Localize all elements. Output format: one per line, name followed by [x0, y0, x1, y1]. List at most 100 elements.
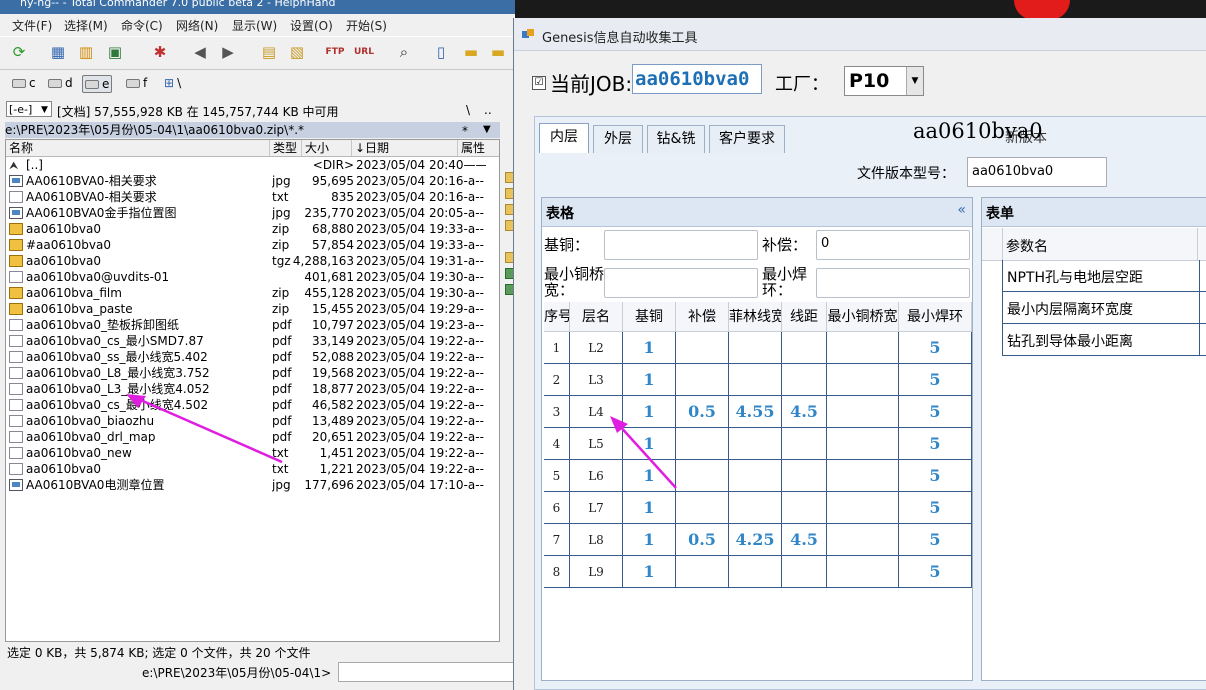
folder-icon[interactable]: ▬ [460, 41, 482, 63]
drive-d-button[interactable]: d [46, 75, 75, 91]
tab-customer-requirements[interactable]: 客户要求 [709, 125, 785, 153]
grid-cell[interactable] [729, 364, 782, 396]
job-checkbox[interactable]: ☑ [532, 76, 546, 90]
notepad-icon[interactable]: ▯ [430, 41, 452, 63]
grid-column-header[interactable]: 层名 [570, 302, 623, 332]
grid-cell[interactable] [782, 332, 827, 364]
file-row[interactable]: aa0610bva0 txt 1,221 2023/05/04 19:22-a-- [6, 461, 499, 477]
min-annular-ring-input[interactable] [816, 268, 970, 298]
grid-cell[interactable] [827, 524, 899, 556]
grid-row[interactable]: 8 L9 1 5 [544, 556, 972, 588]
grid-row[interactable]: 6 L7 1 5 [544, 492, 972, 524]
min-copper-bridge-input[interactable] [604, 268, 758, 298]
grid-cell[interactable]: 1 [623, 364, 676, 396]
drive-c-button[interactable]: c [10, 75, 38, 91]
file-row[interactable]: aa0610bva0@uvdits-01 401,681 2023/05/04 19… [6, 269, 499, 285]
url-icon[interactable]: URL [353, 41, 375, 63]
file-row[interactable]: aa0610bva0_cs_最小线宽4.502 pdf 46,582 2023/05/… [6, 397, 499, 413]
file-row[interactable]: AA0610BVA0金手指位置图 jpg 235,770 2023/05/04 20:… [6, 205, 499, 221]
grid-row[interactable]: 7 L8 1 0.5 4.25 4.5 5 [544, 524, 972, 556]
grid-cell[interactable]: 4.5 [782, 396, 827, 428]
grid-cell[interactable]: 1 [623, 428, 676, 460]
network-drive-button[interactable]: ⊞ \ [162, 75, 183, 91]
grid-cell[interactable]: 1 [623, 492, 676, 524]
column-name[interactable]: 名称 [6, 140, 270, 156]
grid-cell[interactable] [782, 428, 827, 460]
collapse-icon[interactable]: « [957, 202, 966, 218]
grid-column-header[interactable]: 菲林线宽 [729, 302, 782, 332]
grid-cell[interactable]: 4.5 [782, 524, 827, 556]
grid-cell[interactable]: 4.25 [729, 524, 782, 556]
grid-cell[interactable]: 0.5 [676, 524, 729, 556]
file-row[interactable]: aa0610bva0 zip 68,880 2023/05/04 19:33-a-- [6, 221, 499, 237]
ftp-icon[interactable]: FTP [324, 41, 346, 63]
grid-row[interactable]: 1 L2 1 5 [544, 332, 972, 364]
folder-icon[interactable]: ▬ [487, 41, 509, 63]
grid-cell[interactable] [827, 364, 899, 396]
path-filter-button[interactable]: * [462, 124, 468, 138]
column-date[interactable]: ↓日期 [352, 140, 458, 156]
grid-cell[interactable] [782, 364, 827, 396]
grid-row[interactable]: 5 L6 1 5 [544, 460, 972, 492]
grid-cell[interactable] [827, 556, 899, 588]
grid-cell[interactable] [676, 556, 729, 588]
grid-column-header[interactable]: 线距 [782, 302, 827, 332]
grid-cell[interactable] [729, 332, 782, 364]
grid-cell[interactable] [827, 492, 899, 524]
full-view-icon[interactable]: ▥ [75, 41, 97, 63]
thumbnail-view-icon[interactable]: ▣ [104, 41, 126, 63]
drive-f-button[interactable]: f [124, 75, 149, 91]
refresh-icon[interactable]: ⟳ [8, 41, 30, 63]
grid-column-header[interactable]: 最小焊环 [899, 302, 972, 332]
base-copper-input[interactable] [604, 230, 758, 260]
grid-cell[interactable]: 1 [623, 556, 676, 588]
param-row[interactable]: 钻孔到导体最小距离 [1002, 324, 1206, 356]
grid-column-header[interactable]: 序号 [544, 302, 570, 332]
invert-selection-icon[interactable]: ✱ [149, 41, 171, 63]
grid-cell[interactable] [827, 332, 899, 364]
file-row[interactable]: aa0610bva0_new txt 1,451 2023/05/04 19:22-a… [6, 445, 499, 461]
tab-outer-layer[interactable]: 外层 [593, 125, 643, 153]
parent-dir-button[interactable]: .. [484, 103, 492, 117]
compensation-input[interactable]: 0 [816, 230, 970, 260]
factory-select[interactable]: P10 ▼ [844, 66, 924, 96]
grid-row[interactable]: 3 L4 1 0.5 4.55 4.5 5 [544, 396, 972, 428]
file-row[interactable]: aa0610bva0_drl_map pdf 20,651 2023/05/04 19… [6, 429, 499, 445]
param-name-column[interactable]: 参数名 [1006, 236, 1048, 256]
grid-cell[interactable] [827, 460, 899, 492]
command-line-input[interactable] [338, 662, 514, 682]
param-row[interactable]: 最小内层隔离环宽度 [1002, 292, 1206, 324]
menu-configuration[interactable]: 设置(O) [290, 17, 333, 34]
grid-cell[interactable]: 1 [623, 524, 676, 556]
file-row[interactable]: AA0610BVA0-相关要求 jpg 95,695 2023/05/04 20:16… [6, 173, 499, 189]
grid-cell[interactable]: 1 [623, 332, 676, 364]
root-button[interactable]: \ [466, 103, 470, 117]
grid-cell[interactable] [782, 492, 827, 524]
grid-cell[interactable]: 1 [623, 396, 676, 428]
column-type[interactable]: 类型 [270, 140, 302, 156]
grid-cell[interactable]: 5 [899, 332, 972, 364]
grid-cell[interactable] [729, 428, 782, 460]
grid-cell[interactable]: 5 [899, 460, 972, 492]
grid-row[interactable]: 4 L5 1 5 [544, 428, 972, 460]
file-row[interactable]: aa0610bva0_L8_最小线宽3.752 pdf 19,568 2023/05/… [6, 365, 499, 381]
back-icon[interactable]: ◀ [189, 41, 211, 63]
grid-cell[interactable]: 5 [899, 428, 972, 460]
file-row[interactable]: aa0610bva_paste zip 15,455 2023/05/04 19:29… [6, 301, 499, 317]
grid-cell[interactable] [782, 460, 827, 492]
file-row[interactable]: aa0610bva_film zip 455,128 2023/05/04 19:30… [6, 285, 499, 301]
file-row[interactable]: AA0610BVA0-相关要求 txt 835 2023/05/04 20:16-a-… [6, 189, 499, 205]
version-input[interactable]: aa0610bva0 [967, 157, 1107, 187]
path-history-button[interactable]: ▼ [483, 124, 491, 135]
job-input[interactable]: aa0610bva0 [632, 64, 762, 94]
grid-cell[interactable] [676, 332, 729, 364]
unpack-icon[interactable]: ▧ [286, 41, 308, 63]
file-row[interactable]: aa0610bva0_biaozhu pdf 13,489 2023/05/04 19… [6, 413, 499, 429]
grid-row[interactable]: 2 L3 1 5 [544, 364, 972, 396]
param-row[interactable]: NPTH孔与电地层空距 [1002, 260, 1206, 292]
menu-start[interactable]: 开始(S) [346, 17, 387, 34]
grid-cell[interactable] [676, 492, 729, 524]
brief-view-icon[interactable]: ▦ [47, 41, 69, 63]
column-attributes[interactable]: 属性 [458, 140, 499, 156]
grid-column-header[interactable]: 基铜 [623, 302, 676, 332]
